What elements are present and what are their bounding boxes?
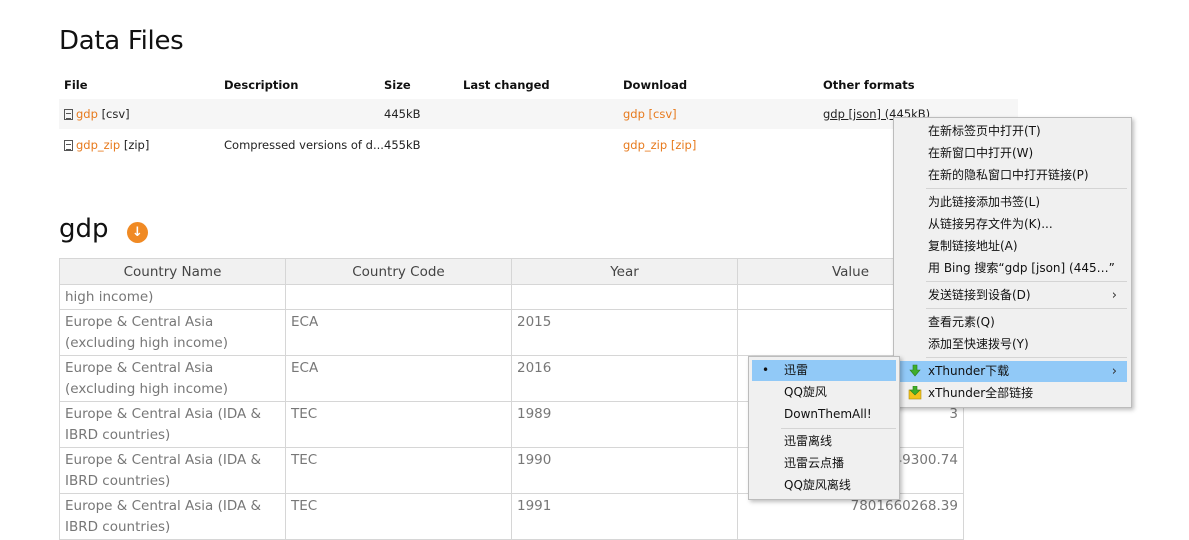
menu-separator: [926, 188, 1127, 189]
xthunder-all-icon: [908, 386, 922, 400]
menu-search-bing[interactable]: 用 Bing 搜索“gdp [json] (445…”: [898, 258, 1127, 279]
cell: TEC: [285, 492, 512, 540]
cell: 1989: [511, 400, 738, 448]
cell: [511, 284, 738, 310]
chevron-right-icon: ›: [1111, 288, 1117, 303]
cell: TEC: [285, 446, 512, 494]
cell: Europe & Central Asia (excluding high in…: [59, 354, 286, 402]
file-format: [zip]: [123, 138, 150, 152]
cell: 2015: [511, 308, 738, 356]
document-icon: [64, 109, 73, 120]
download-link[interactable]: gdp [csv]: [623, 107, 677, 121]
col-description: Description: [224, 78, 299, 92]
xthunder-icon: [909, 364, 921, 377]
file-link[interactable]: gdp_zip: [76, 138, 120, 152]
menu-add-speed-dial[interactable]: 添加至快速拨号(Y): [898, 334, 1127, 355]
submenu-downthemall[interactable]: DownThemAll!: [752, 404, 896, 425]
submenu-qqxuanfeng[interactable]: QQ旋风: [752, 382, 896, 403]
menu-xthunder-all-links-label: xThunder全部链接: [928, 386, 1034, 400]
file-cell: gdp_zip [zip]: [64, 138, 149, 152]
menu-xthunder-download[interactable]: xThunder下载 ›: [898, 361, 1127, 382]
header-country-name[interactable]: Country Name: [59, 258, 286, 285]
cell: Europe & Central Asia (IDA & IBRD countr…: [59, 446, 286, 494]
menu-bookmark-link[interactable]: 为此链接添加书签(L): [898, 192, 1127, 213]
menu-separator: [926, 308, 1127, 309]
submenu-xunlei-offline[interactable]: 迅雷离线: [752, 431, 896, 452]
col-size: Size: [384, 78, 411, 92]
submenu-xunlei[interactable]: • 迅雷: [752, 360, 896, 381]
menu-open-new-tab[interactable]: 在新标签页中打开(T): [898, 121, 1127, 142]
menu-open-private-window[interactable]: 在新的隐私窗口中打开链接(P): [898, 165, 1127, 186]
menu-xthunder-download-label: xThunder下载: [928, 364, 1010, 378]
cell: 1991: [511, 492, 738, 540]
menu-separator: [926, 281, 1127, 282]
menu-save-link-as[interactable]: 从链接另存文件为(K)...: [898, 214, 1127, 235]
cell: Europe & Central Asia (excluding high in…: [59, 308, 286, 356]
submenu-xunlei-cloud[interactable]: 迅雷云点播: [752, 453, 896, 474]
context-menu: 在新标签页中打开(T) 在新窗口中打开(W) 在新的隐私窗口中打开链接(P) 为…: [893, 117, 1132, 408]
file-row: gdp [csv] 445kB gdp [csv] gdp [json] (44…: [59, 99, 1018, 129]
col-last-changed: Last changed: [463, 78, 550, 92]
cell: TEC: [285, 400, 512, 448]
col-file: File: [64, 78, 88, 92]
xthunder-submenu: • 迅雷 QQ旋风 DownThemAll! 迅雷离线 迅雷云点播 QQ旋风离线: [748, 356, 900, 500]
menu-separator: [926, 357, 1127, 358]
cell: Europe & Central Asia (IDA & IBRD countr…: [59, 492, 286, 540]
cell: 2016: [511, 354, 738, 402]
cell: 1990: [511, 446, 738, 494]
files-table-header: File Description Size Last changed Downl…: [59, 70, 1018, 100]
header-country-code[interactable]: Country Code: [285, 258, 512, 285]
menu-send-to-device[interactable]: 发送链接到设备(D) ›: [898, 285, 1127, 306]
document-icon: [64, 140, 73, 151]
menu-xthunder-all-links[interactable]: xThunder全部链接: [898, 383, 1127, 404]
file-row: gdp_zip [zip] Compressed versions of d..…: [59, 130, 1018, 160]
cell: ECA: [285, 354, 512, 402]
download-link[interactable]: gdp_zip [zip]: [623, 138, 696, 152]
file-size: 445kB: [384, 107, 421, 121]
table-row: high income): [59, 284, 964, 310]
submenu-qqxuanfeng-offline[interactable]: QQ旋风离线: [752, 475, 896, 496]
table-row: Europe & Central Asia (excluding high in…: [59, 308, 964, 356]
chevron-right-icon: ›: [1111, 364, 1117, 379]
file-size: 455kB: [384, 138, 421, 152]
cell: ECA: [285, 308, 512, 356]
file-description: Compressed versions of d...: [224, 138, 384, 152]
submenu-xunlei-label: 迅雷: [784, 363, 809, 377]
section-title: gdp: [59, 214, 109, 244]
page-title: Data Files: [59, 26, 184, 56]
file-cell: gdp [csv]: [64, 107, 130, 121]
file-link[interactable]: gdp: [76, 107, 98, 121]
submenu-separator: [781, 428, 896, 429]
col-download: Download: [623, 78, 688, 92]
file-format: [csv]: [101, 107, 130, 121]
menu-open-new-window[interactable]: 在新窗口中打开(W): [898, 143, 1127, 164]
cell: [285, 284, 512, 310]
cell: Europe & Central Asia (IDA & IBRD countr…: [59, 400, 286, 448]
selected-bullet-icon: •: [762, 363, 770, 377]
menu-inspect-element[interactable]: 查看元素(Q): [898, 312, 1127, 333]
menu-send-to-device-label: 发送链接到设备(D): [928, 288, 1031, 302]
menu-copy-link[interactable]: 复制链接地址(A): [898, 236, 1127, 257]
cell: high income): [59, 284, 286, 310]
download-circle-icon[interactable]: ↓: [127, 222, 148, 243]
header-year[interactable]: Year: [511, 258, 738, 285]
col-other-formats: Other formats: [823, 78, 915, 92]
